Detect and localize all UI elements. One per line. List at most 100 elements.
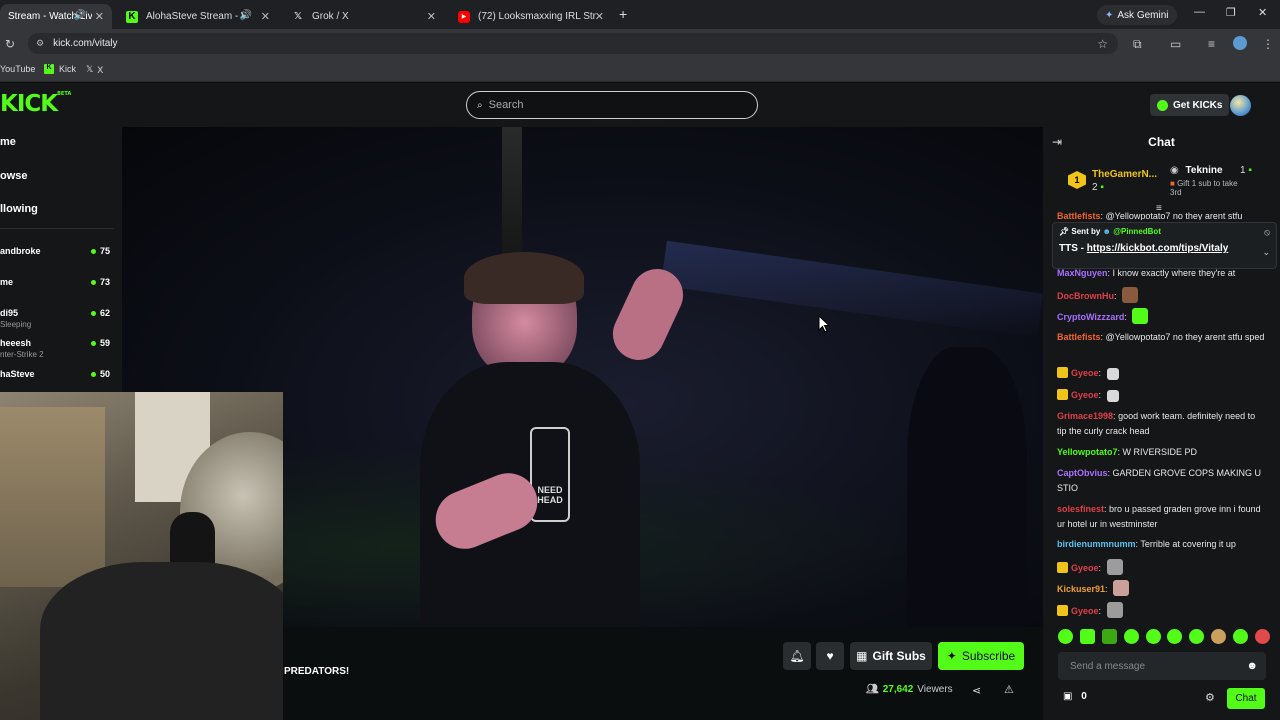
close-window-icon[interactable]: ✕ [1258,6,1267,19]
chat-username[interactable]: Grimace1998 [1057,411,1113,421]
viewer-count: 59 [99,338,110,348]
emote-icon[interactable] [1145,629,1161,644]
follow-heart-button[interactable]: ♥ [816,642,844,670]
report-warning-icon[interactable]: ⚠ [1004,683,1014,696]
speaker-icon[interactable]: 🔊 [74,10,86,21]
chat-username[interactable]: DocBrownHu [1057,291,1114,301]
user-avatar[interactable] [1230,95,1251,116]
live-dot-icon [91,280,96,285]
chat-username[interactable]: Battlefists [1057,211,1101,220]
viewer-count: 50 [99,369,110,379]
share-icon[interactable]: ⋖ [972,684,981,697]
browser-tab-active[interactable]: Stream - Watch Live o 🔊 ✕ [0,4,112,29]
emote-icon[interactable] [1058,629,1073,644]
chat-username[interactable]: Yellowpotato7 [1057,447,1118,457]
tab-label: Grok / X [312,11,349,22]
pinned-bot-user[interactable]: @PinnedBot [1113,227,1161,236]
reload-icon[interactable]: ↻ [5,37,15,51]
top-gifter-name[interactable]: TheGamerN... [1092,169,1157,180]
chat-username[interactable]: CaptObvius [1057,468,1108,478]
chat-username[interactable]: MaxNguyen [1057,268,1108,278]
chat-message-input[interactable]: Send a message ☻ [1058,652,1266,680]
subscribe-button[interactable]: ✦ Subscribe [938,642,1024,670]
bookmark-x[interactable]: 𝕏 X [86,64,103,75]
media-controls-icon[interactable]: ≡ [1208,37,1215,51]
chat-username[interactable]: birdienummnumm [1057,539,1136,549]
extensions-icon[interactable]: ⧉ [1133,37,1142,52]
pinned-link[interactable]: https://kickbot.com/tips/Vitaly [1087,243,1229,254]
site-info-icon[interactable]: ⚙ [36,38,44,49]
sidebar-item-browse[interactable]: owse [0,170,28,182]
emote-icon[interactable] [1233,629,1248,644]
kicks-coin-icon [1157,99,1168,111]
gift-icon: ▦ [856,649,868,663]
chat-username[interactable]: solesfinest [1057,504,1104,514]
emote-icon[interactable] [1211,629,1227,644]
sidebar-channel[interactable]: heeesh nter-Strike 2 59 [0,338,115,364]
bookmark-label: X [97,64,104,75]
browser-tab[interactable]: ▶ (72) Looksmaxxing IRL Stream ✕ [450,4,612,29]
emote-icon[interactable] [1123,629,1139,644]
ask-gemini-button[interactable]: ✦ Ask Gemini [1097,5,1177,25]
chat-username[interactable]: Gyeoe [1071,368,1099,378]
new-tab-button[interactable]: + [619,6,627,22]
bookmark-star-icon[interactable]: ☆ [1097,37,1108,51]
sidebar-item-following[interactable]: llowing [0,203,38,215]
chat-username[interactable]: Gyeoe [1071,390,1099,400]
chat-username[interactable]: Gyeoe [1071,563,1099,573]
gifter-entry[interactable]: ◉ Teknine [1170,165,1223,176]
emote-icon[interactable] [1079,629,1095,644]
gift-note: ■ Gift 1 sub to take 3rd [1170,179,1242,197]
sidebar-channel[interactable]: di95 Sleeping 62 [0,308,115,334]
emoji-picker-icon[interactable]: ☻ [1246,660,1258,672]
chat-title: Chat [1148,135,1175,149]
bookmark-youtube[interactable]: YouTube [0,64,35,74]
close-tab-icon[interactable]: ✕ [595,10,604,23]
sidebar-item-home[interactable]: me [0,136,16,148]
speaker-icon[interactable]: 🔊 [240,10,252,21]
chat-username[interactable]: Gyeoe [1071,606,1099,616]
browser-tab[interactable]: K AlohaSteve Stream - Watch 🔊 ✕ [118,4,278,29]
chat-settings-icon[interactable]: ⚙ [1205,691,1215,704]
maximize-icon[interactable]: ❐ [1226,6,1236,19]
emote-icon[interactable] [1101,629,1117,644]
channel-points[interactable]: ▣ 0 [1063,691,1087,702]
emote-icon[interactable] [1254,629,1270,644]
chat-username[interactable]: CryptoWizzzard [1057,312,1124,322]
kick-logo[interactable]: KICKBETA [0,91,71,117]
chat-panel: ⇥ Chat 1 TheGamerN... 2 ▪ ◉ Teknine 1 ▪ … [1043,127,1280,720]
browser-tab[interactable]: 𝕏 Grok / X ✕ [284,4,444,29]
bookmark-label: Kick [59,64,77,74]
logo-beta-tag: BETA [57,91,72,97]
profile-icon[interactable] [1233,36,1247,50]
emote-icon[interactable] [1167,629,1183,644]
webcam-overlay [0,392,283,720]
address-bar[interactable]: ⚙ kick.com/vitaly ☆ [28,33,1118,54]
close-tab-icon[interactable]: ✕ [95,10,104,23]
pinned-prefix: TTS - [1059,243,1087,254]
bookmark-kick[interactable]: K Kick [44,64,76,74]
youtube-favicon-icon: ▶ [458,10,470,23]
close-tab-icon[interactable]: ✕ [261,10,270,23]
side-panel-icon[interactable]: ▭ [1170,37,1181,51]
chat-message: Gyeoe: [1057,559,1267,576]
expand-pinned-icon[interactable]: ⌄ [1262,247,1270,258]
star-icon: ✦ [946,649,957,663]
chat-username[interactable]: Kickuser91 [1057,584,1105,594]
search-input[interactable]: ⌕ Search [466,91,758,119]
gift-subs-button[interactable]: ▦ Gift Subs [850,642,932,670]
emote-icon[interactable] [1189,629,1205,644]
notification-bell-button[interactable]: 🔔︎ [783,642,811,670]
close-tab-icon[interactable]: ✕ [427,10,436,23]
unpin-icon[interactable]: ⦸ [1264,227,1270,238]
crown-badge-icon [1057,605,1068,616]
minimize-icon[interactable]: — [1194,6,1205,18]
chat-send-button[interactable]: Chat [1227,688,1265,709]
sidebar-channel[interactable]: me 73 [0,277,115,303]
chat-username[interactable]: Battlefists [1057,332,1101,342]
x-favicon-icon: 𝕏 [86,64,94,74]
get-kicks-button[interactable]: Get KICKs [1150,94,1230,116]
sidebar-channel[interactable]: andbroke 75 [0,246,115,272]
more-menu-icon[interactable]: ⋮ [1262,37,1274,51]
logo-text: KICK [0,91,58,117]
